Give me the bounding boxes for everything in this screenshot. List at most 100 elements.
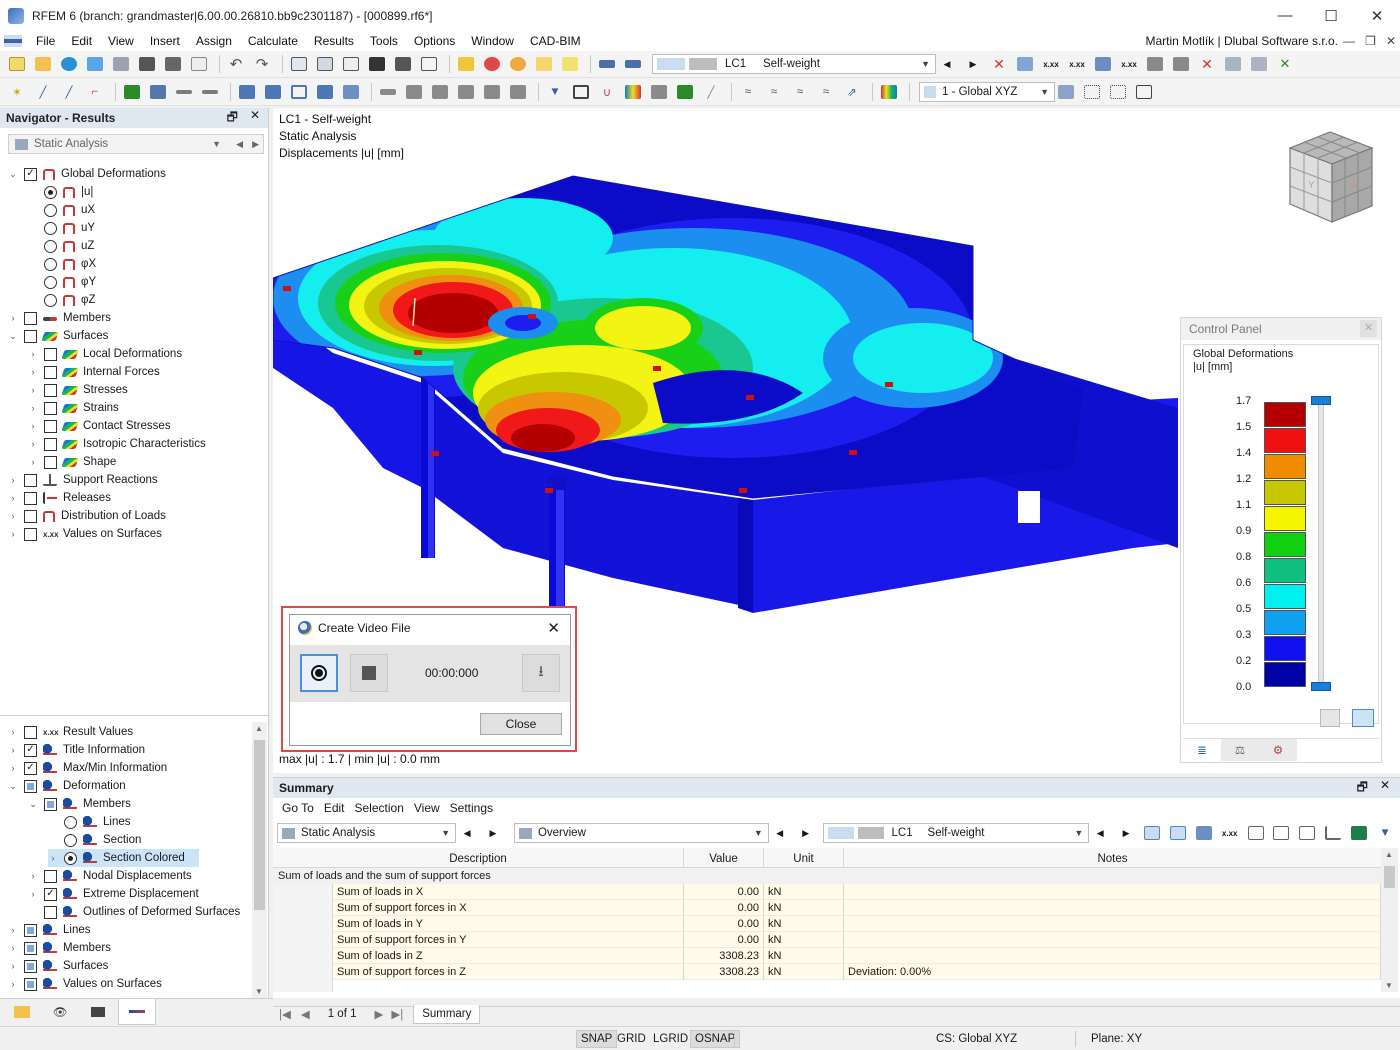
next-arrow-icon[interactable]: ▶ <box>252 139 259 150</box>
summary-loadcase-combo[interactable]: LC1 Self-weight ▼ <box>822 823 1090 843</box>
checkbox[interactable] <box>44 347 57 361</box>
filter-x-icon[interactable]: ✕ <box>988 54 1010 74</box>
checkbox[interactable] <box>24 779 37 793</box>
display-item-values-on-surfaces[interactable]: › Values on Surfaces <box>8 975 162 993</box>
export-icon[interactable] <box>1144 54 1166 74</box>
expand-icon[interactable]: › <box>8 493 18 503</box>
navigator-scroll-thumb[interactable] <box>254 740 265 910</box>
expand-icon[interactable]: › <box>8 313 18 323</box>
line-tool-icon[interactable]: ╱ <box>32 82 54 102</box>
display-item-section-colored[interactable]: › Section Colored <box>48 849 199 867</box>
dialog-close-icon[interactable]: ✕ <box>547 619 560 637</box>
checkbox[interactable] <box>24 473 37 487</box>
expand-icon[interactable]: › <box>28 889 38 899</box>
radio-button[interactable] <box>44 185 57 199</box>
table-row[interactable]: Sum of loads in X 0.00 kN <box>333 884 1381 900</box>
table-filter-icon[interactable]: ▼ <box>1374 823 1396 843</box>
grid-display-icon[interactable] <box>1170 54 1192 74</box>
dialog-close-button[interactable]: Close <box>480 713 562 735</box>
tree-item-ux[interactable]: uX <box>28 201 95 219</box>
target-icon[interactable] <box>507 54 529 74</box>
summary-scroll-thumb[interactable] <box>1384 866 1395 888</box>
anim-c-icon[interactable]: ≈ <box>789 82 811 102</box>
line-results-icon[interactable]: ╱ <box>700 82 722 102</box>
radio-button[interactable] <box>44 275 57 289</box>
table-c-icon[interactable] <box>1296 823 1318 843</box>
expand-icon[interactable]: › <box>8 943 18 953</box>
checkbox[interactable]: ✓ <box>24 167 37 181</box>
webservice-icon[interactable] <box>84 54 106 74</box>
surface-tool-icon[interactable]: ⌐ <box>84 82 106 102</box>
menu-tools[interactable]: Tools <box>362 34 406 48</box>
anim-b-icon[interactable]: ≈ <box>763 82 785 102</box>
expand-icon[interactable]: › <box>28 403 38 413</box>
values-icon[interactable]: x.xx <box>1066 54 1088 74</box>
values-b-icon[interactable]: x.xx <box>1118 54 1140 74</box>
new-model-icon[interactable] <box>6 54 28 74</box>
display-tab-icon[interactable]: 👁 <box>42 1001 78 1023</box>
cancel-icon[interactable]: ✕ <box>1196 54 1218 74</box>
legend-slider-track[interactable] <box>1318 401 1324 687</box>
snap-toggle[interactable]: SNAP <box>576 1030 618 1048</box>
expand-icon[interactable]: › <box>8 475 18 485</box>
checkbox[interactable] <box>24 941 37 955</box>
tree-item-global-deformations[interactable]: ⌄ ✓ Global Deformations <box>8 165 166 183</box>
select-in-model-icon[interactable] <box>1141 823 1163 843</box>
expand-icon[interactable]: › <box>8 763 18 773</box>
support-results-icon[interactable] <box>674 82 696 102</box>
box-b-icon[interactable] <box>1248 54 1270 74</box>
checkbox[interactable] <box>44 869 57 883</box>
checkbox[interactable] <box>24 329 37 343</box>
balance-tab-icon[interactable]: ⚖ <box>1221 739 1259 761</box>
tree-item-releases[interactable]: › Releases <box>8 489 111 507</box>
menu-file[interactable]: File <box>28 34 63 48</box>
summary-menu-view[interactable]: View <box>409 801 445 815</box>
display-item-extreme-displacement[interactable]: › ✓ Extreme Displacement <box>28 885 199 903</box>
snap-grid-icon[interactable] <box>1081 82 1103 102</box>
cube-icon[interactable] <box>340 82 362 102</box>
previous-lc-icon[interactable] <box>596 54 618 74</box>
grid-e-icon[interactable] <box>507 82 529 102</box>
collapse-icon[interactable]: ⌄ <box>28 799 38 810</box>
summary-analysis-combo[interactable]: Static Analysis ▼ <box>277 823 457 843</box>
tree-item-stresses[interactable]: › Stresses <box>28 381 128 399</box>
view-next-icon[interactable]: ▶ <box>795 823 817 843</box>
summary-view-combo[interactable]: Overview ▼ <box>513 823 769 843</box>
select-icon[interactable]: ✶ <box>6 82 28 102</box>
expand-icon[interactable]: › <box>8 727 18 737</box>
next-lc-icon[interactable] <box>622 54 644 74</box>
stop-button[interactable] <box>350 654 388 692</box>
results-tab-icon[interactable] <box>118 999 156 1025</box>
checkbox[interactable] <box>24 959 37 973</box>
open-folder-icon[interactable] <box>32 54 54 74</box>
minimize-button[interactable]: — <box>1262 0 1308 31</box>
prev-arrow-icon[interactable]: ◀ <box>236 139 243 150</box>
expand-icon[interactable]: › <box>8 529 18 539</box>
section-cut-icon[interactable] <box>236 82 258 102</box>
save-video-button[interactable]: ⭳ <box>522 654 560 692</box>
display-item-lines[interactable]: Lines <box>48 813 131 831</box>
summary-menu-edit[interactable]: Edit <box>319 801 350 815</box>
checkbox[interactable] <box>24 527 37 541</box>
select-in-table-icon[interactable] <box>1167 823 1189 843</box>
radio-button[interactable] <box>44 293 57 307</box>
box-icon[interactable] <box>1222 54 1244 74</box>
display-item-nodal-displacements[interactable]: › Nodal Displacements <box>28 867 192 885</box>
table-b-icon[interactable] <box>1271 823 1293 843</box>
list-tab-icon[interactable]: ≣ <box>1183 739 1221 761</box>
control-panel-close-button[interactable]: ✕ <box>1360 320 1377 337</box>
script-icon[interactable] <box>366 54 388 74</box>
tree-item-uy[interactable]: uY <box>28 219 95 237</box>
surface-results-icon[interactable] <box>622 82 644 102</box>
excel-export-icon[interactable] <box>1348 823 1370 843</box>
grid-toggle[interactable]: GRID <box>613 1030 650 1048</box>
display-item-deformation[interactable]: ⌄ Deformation <box>8 777 126 795</box>
radio-button[interactable] <box>44 221 57 235</box>
checkbox[interactable] <box>44 401 57 415</box>
anim-e-icon[interactable]: ⇗ <box>841 82 863 102</box>
display-item-members[interactable]: ⌄ Members <box>28 795 131 813</box>
chart-icon[interactable] <box>1322 823 1344 843</box>
prev-lc-arrow-icon[interactable]: ◀ <box>936 54 958 74</box>
record-button[interactable] <box>300 654 338 692</box>
collapse-icon[interactable]: ⌄ <box>8 169 18 180</box>
